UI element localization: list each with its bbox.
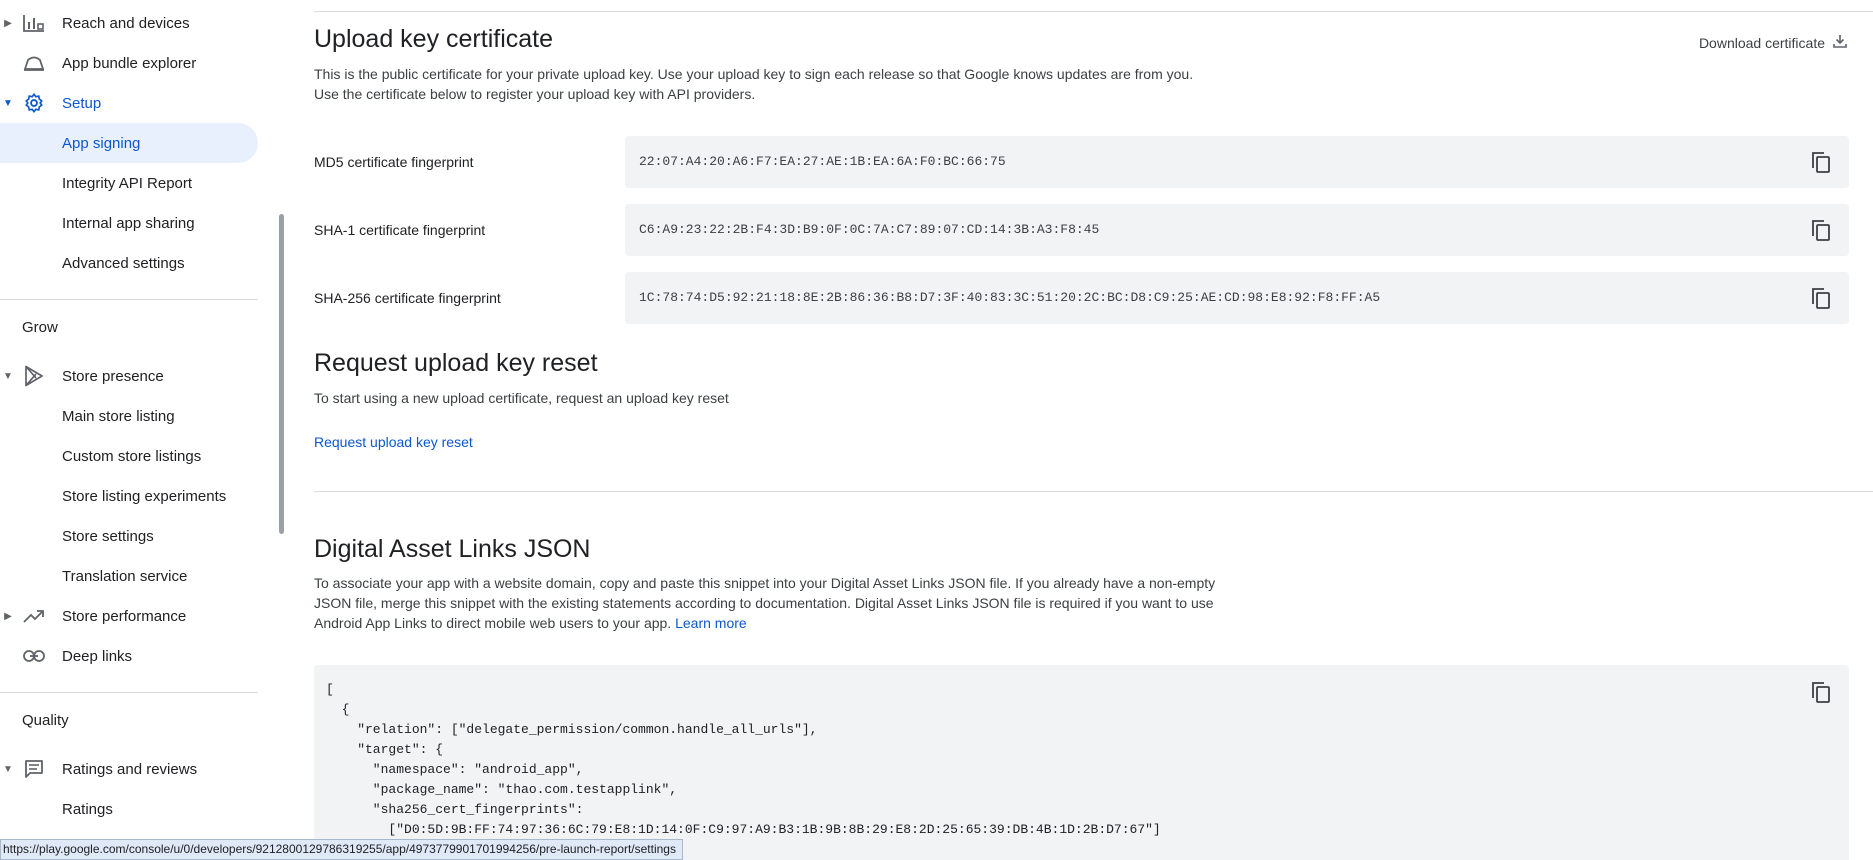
sidebar-item-label: Ratings [62, 800, 113, 818]
fingerprint-label: SHA-1 certificate fingerprint [314, 222, 486, 238]
play-icon [22, 364, 46, 388]
sidebar-item-integrity-api-report[interactable]: Integrity API Report [0, 163, 258, 203]
download-icon [1833, 34, 1847, 51]
sidebar-nav: ▶ Reach and devices App bundle explorer … [0, 0, 284, 860]
asset-links-description: To associate your app with a website dom… [314, 573, 1224, 633]
fingerprint-value: C6:A9:23:22:2B:F4:3D:B9:0F:0C:7A:C7:89:0… [639, 222, 1100, 237]
sidebar-item-advanced-settings[interactable]: Advanced settings [0, 243, 258, 283]
sidebar-item-label: Main store listing [62, 407, 175, 425]
section-divider [314, 491, 1873, 492]
review-icon [22, 757, 46, 781]
section-title-quality: Quality [22, 712, 69, 729]
sidebar-divider [0, 692, 258, 693]
sidebar-item-custom-store-listings[interactable]: Custom store listings [0, 436, 258, 476]
download-certificate-label: Download certificate [1698, 34, 1825, 51]
fingerprint-value-box: 1C:78:74:D5:92:21:18:8E:2B:86:36:B8:D7:3… [625, 272, 1849, 324]
fingerprint-label: MD5 certificate fingerprint [314, 154, 474, 170]
sidebar-item-setup[interactable]: ▼ Setup [0, 83, 258, 123]
sidebar-item-label: Store presence [62, 367, 164, 385]
section-title-grow: Grow [22, 319, 58, 336]
collapse-caret-icon[interactable]: ▼ [2, 97, 14, 109]
link-icon [22, 644, 46, 668]
sidebar-item-label: Setup [62, 94, 102, 112]
fingerprint-label: SHA-256 certificate fingerprint [314, 290, 501, 306]
download-certificate-button[interactable]: Download certificate [1699, 34, 1847, 51]
sidebar-divider [0, 299, 258, 300]
sidebar-item-store-listing-experiments[interactable]: Store listing experiments [0, 476, 258, 516]
gear-icon [22, 91, 46, 115]
sidebar-item-label: Translation service [62, 567, 188, 585]
copy-icon[interactable] [1809, 286, 1833, 310]
asset-links-code: [ { "relation": ["delegate_permission/co… [326, 682, 1161, 837]
fingerprint-value-box: C6:A9:23:22:2B:F4:3D:B9:0F:0C:7A:C7:89:0… [625, 204, 1849, 256]
sidebar-item-label: App bundle explorer [62, 54, 197, 72]
learn-more-link[interactable]: Learn more [675, 615, 747, 631]
sidebar-item-app-signing[interactable]: App signing [0, 123, 258, 163]
expand-caret-icon[interactable]: ▶ [2, 17, 14, 29]
status-bar-url: https://play.google.com/console/u/0/deve… [0, 839, 683, 860]
sidebar-item-label: Integrity API Report [62, 174, 193, 192]
asset-links-code-box: [ { "relation": ["delegate_permission/co… [314, 665, 1849, 860]
sidebar-scrollbar[interactable] [279, 214, 284, 534]
fingerprint-value: 22:07:A4:20:A6:F7:EA:27:AE:1B:EA:6A:F0:B… [639, 154, 1006, 169]
reset-title: Request upload key reset [314, 349, 598, 377]
fingerprint-value-box: 22:07:A4:20:A6:F7:EA:27:AE:1B:EA:6A:F0:B… [625, 136, 1849, 188]
request-reset-link[interactable]: Request upload key reset [314, 432, 473, 452]
sidebar-item-app-bundle-explorer[interactable]: App bundle explorer [0, 43, 258, 83]
copy-icon[interactable] [1809, 150, 1833, 174]
sidebar-item-label: Ratings and reviews [62, 760, 198, 778]
sidebar-item-ratings[interactable]: Ratings [0, 789, 258, 829]
asset-links-description-text: To associate your app with a website dom… [314, 575, 1216, 631]
sidebar-item-label: Store listing experiments [62, 487, 227, 505]
fingerprint-row-sha1: SHA-1 certificate fingerprint C6:A9:23:2… [314, 204, 1849, 256]
fingerprint-row-md5: MD5 certificate fingerprint 22:07:A4:20:… [314, 136, 1849, 188]
asset-links-title: Digital Asset Links JSON [314, 535, 591, 563]
sidebar-item-label: Reach and devices [62, 14, 190, 32]
sidebar-item-store-presence[interactable]: ▼ Store presence [0, 356, 258, 396]
sidebar-item-label: Custom store listings [62, 447, 202, 465]
sidebar-item-ratings-and-reviews[interactable]: ▼ Ratings and reviews [0, 749, 258, 789]
fingerprint-row-sha256: SHA-256 certificate fingerprint 1C:78:74… [314, 272, 1849, 324]
sidebar-item-store-performance[interactable]: ▶ Store performance [0, 596, 258, 636]
sidebar-item-main-store-listing[interactable]: Main store listing [0, 396, 258, 436]
sidebar-item-label: Store performance [62, 607, 187, 625]
sidebar-item-internal-app-sharing[interactable]: Internal app sharing [0, 203, 258, 243]
sidebar-item-label: Advanced settings [62, 254, 185, 272]
sidebar-item-label: Internal app sharing [62, 214, 195, 232]
upload-cert-title: Upload key certificate [314, 25, 554, 53]
upload-cert-description: This is the public certificate for your … [314, 66, 1194, 102]
reset-description: To start using a new upload certificate,… [314, 390, 729, 406]
sidebar-item-translation-service[interactable]: Translation service [0, 556, 258, 596]
bar-chart-icon [22, 11, 46, 35]
android-bundle-icon [22, 51, 46, 75]
sidebar-item-label: App signing [62, 134, 141, 152]
sidebar-item-label: Deep links [62, 647, 133, 665]
sidebar-item-deep-links[interactable]: Deep links [0, 636, 258, 676]
sidebar-item-store-settings[interactable]: Store settings [0, 516, 258, 556]
copy-icon[interactable] [1809, 680, 1833, 704]
top-divider [314, 11, 1873, 12]
trending-up-icon [22, 604, 46, 628]
expand-caret-icon[interactable]: ▶ [2, 610, 14, 622]
collapse-caret-icon[interactable]: ▼ [2, 763, 14, 775]
sidebar-item-label: Store settings [62, 527, 154, 545]
copy-icon[interactable] [1809, 218, 1833, 242]
collapse-caret-icon[interactable]: ▼ [2, 370, 14, 382]
fingerprint-value: 1C:78:74:D5:92:21:18:8E:2B:86:36:B8:D7:3… [639, 290, 1381, 305]
sidebar-item-reach-and-devices[interactable]: ▶ Reach and devices [0, 3, 258, 43]
